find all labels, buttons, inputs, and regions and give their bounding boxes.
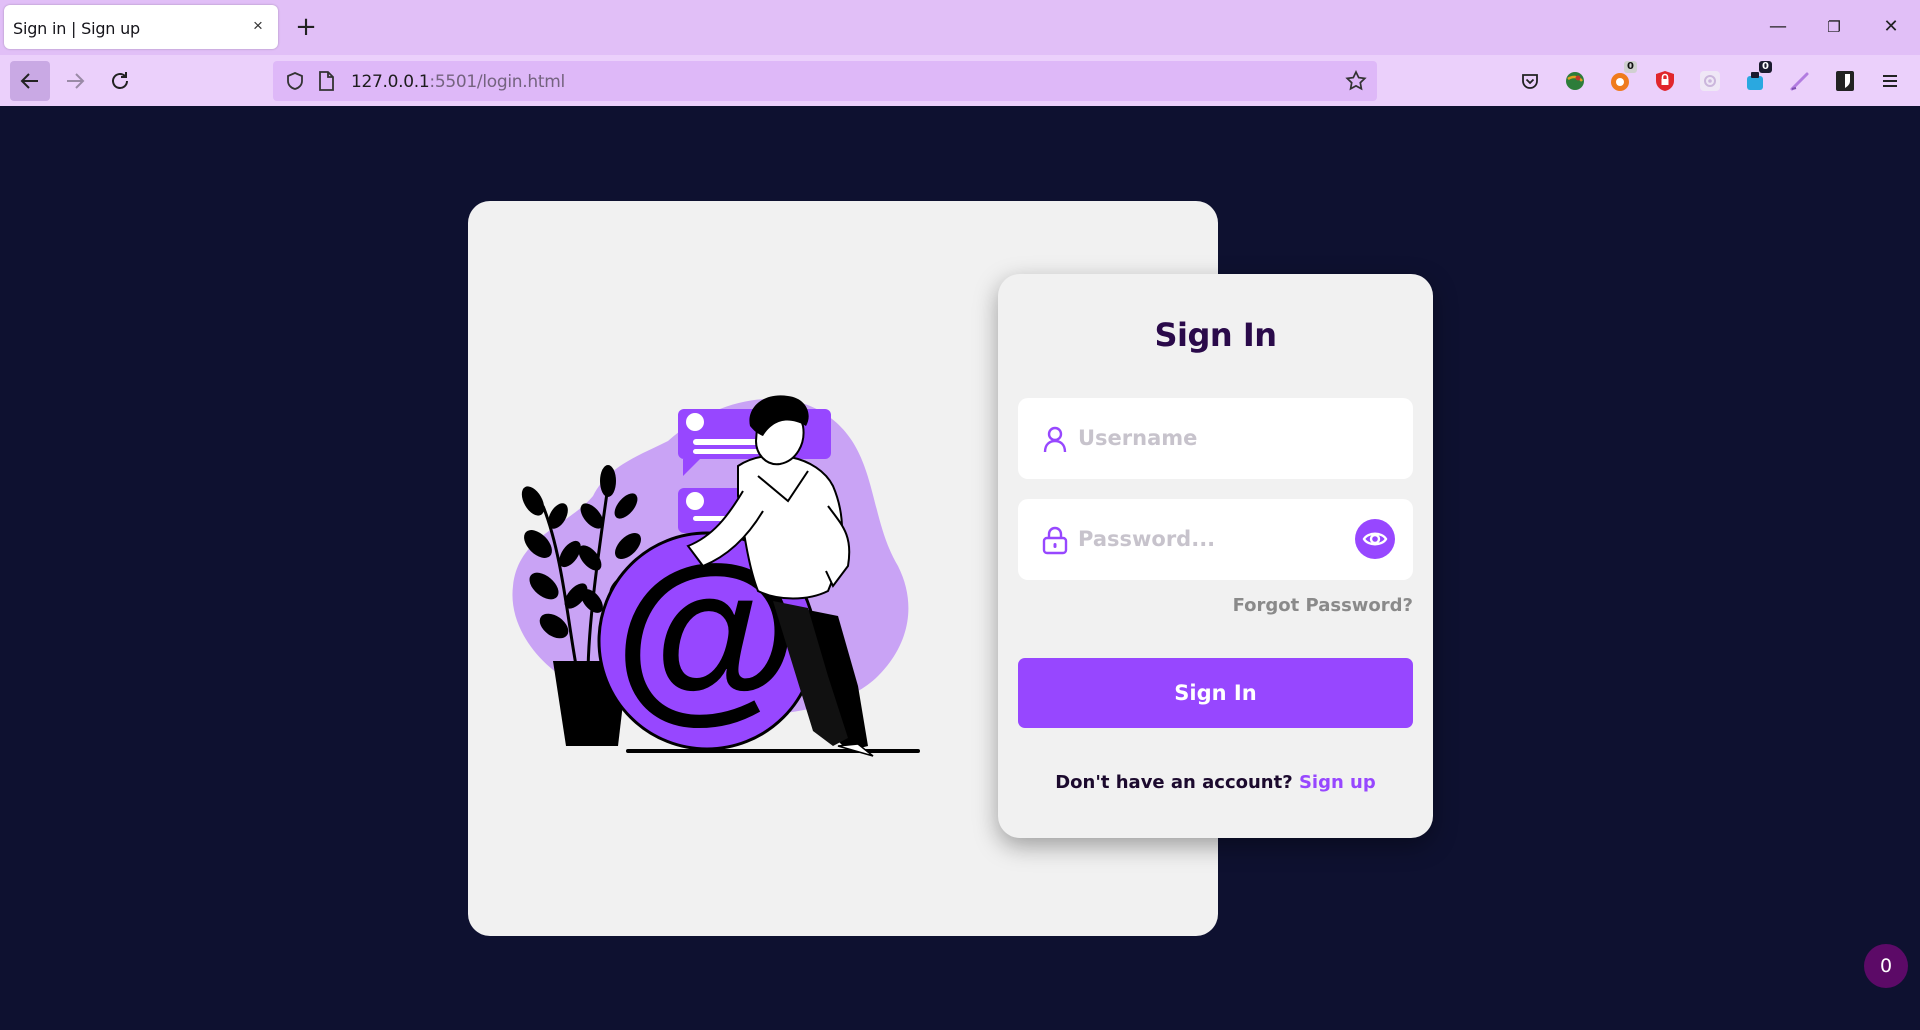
email-illustration: @ (512, 395, 920, 757)
close-window-button[interactable]: ✕ (1873, 10, 1909, 44)
login-form-card: Sign In Forgot Password? Sign In Don't h… (998, 274, 1433, 838)
bitwarden-icon[interactable] (1832, 68, 1858, 94)
tab-title: Sign in | Sign up (13, 19, 141, 38)
reload-button[interactable] (100, 61, 140, 101)
counter-badge[interactable]: 0 (1864, 944, 1908, 988)
username-field[interactable] (1018, 398, 1413, 479)
password-input[interactable] (1078, 519, 1348, 559)
username-input[interactable] (1078, 418, 1348, 458)
hamburger-menu-icon[interactable] (1877, 68, 1903, 94)
bookmark-star-icon[interactable] (1345, 70, 1367, 92)
show-password-button[interactable] (1355, 519, 1395, 559)
back-arrow-icon (20, 73, 38, 89)
eye-icon (1362, 532, 1388, 546)
browser-toolbar: 127.0.0.1:5501/login.html 0 0 (0, 55, 1920, 106)
page-body: @ Sign In Forgot Password? (0, 106, 1920, 1030)
browser-tab-active[interactable]: Sign in | Sign up × (4, 5, 278, 49)
form-title: Sign In (1154, 316, 1277, 354)
user-icon (1043, 426, 1067, 453)
back-button[interactable] (10, 61, 50, 101)
forward-button[interactable] (55, 61, 95, 101)
signup-prompt-text: Don't have an account? (1055, 772, 1293, 793)
extension-badge: 0 (1759, 61, 1772, 73)
forgot-password-link[interactable]: Forgot Password? (1233, 595, 1413, 616)
tab-close-icon[interactable]: × (248, 16, 268, 36)
minimize-button[interactable]: — (1760, 10, 1796, 44)
new-tab-button[interactable]: + (293, 14, 319, 40)
forward-arrow-icon (67, 73, 85, 89)
blue-extension-icon[interactable]: 0 (1742, 61, 1772, 94)
reload-icon (112, 72, 128, 89)
orange-extension-icon[interactable]: 0 (1607, 61, 1637, 94)
sign-up-link[interactable]: Sign up (1299, 772, 1376, 793)
restore-button[interactable]: ❐ (1816, 10, 1852, 44)
extension-badge: 0 (1624, 61, 1637, 73)
pocket-icon[interactable] (1517, 68, 1543, 94)
signup-prompt: Don't have an account? Sign up (998, 772, 1433, 793)
pen-extension-icon[interactable] (1787, 68, 1813, 94)
ublock-icon[interactable] (1652, 68, 1678, 94)
page-icon[interactable] (317, 71, 335, 91)
address-bar[interactable]: 127.0.0.1:5501/login.html (273, 61, 1377, 101)
sign-in-button[interactable]: Sign In (1018, 658, 1413, 728)
gear-extension-icon[interactable] (1697, 68, 1723, 94)
password-field[interactable] (1018, 499, 1413, 580)
lock-icon (1042, 526, 1068, 555)
browser-tab-strip: Sign in | Sign up × + — ❐ ✕ (0, 0, 1920, 55)
url-text[interactable]: 127.0.0.1:5501/login.html (351, 72, 565, 92)
shield-icon[interactable] (285, 71, 305, 91)
globe-extension-icon[interactable] (1562, 68, 1588, 94)
